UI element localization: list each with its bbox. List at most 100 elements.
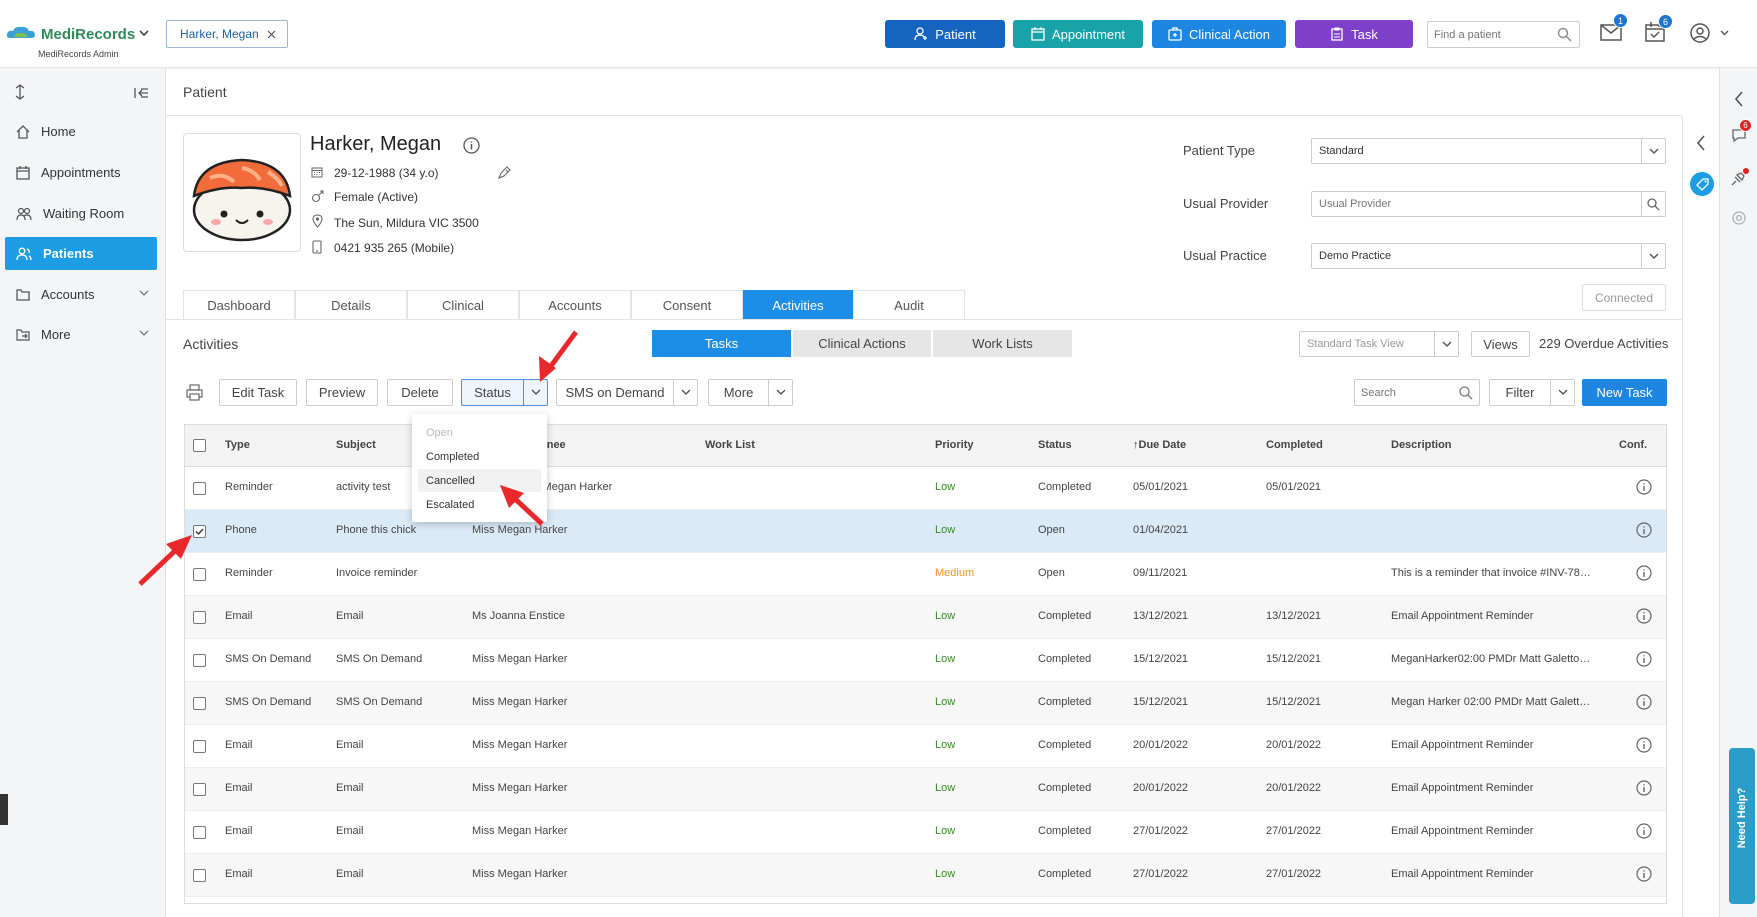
row-checkbox[interactable] (193, 826, 206, 839)
edit-pen-icon[interactable] (497, 166, 511, 180)
row-checkbox[interactable] (193, 568, 206, 581)
tab-details[interactable]: Details (295, 290, 407, 319)
open-patient-tab[interactable]: Harker, Megan (166, 20, 288, 48)
col-subject[interactable]: Subject (336, 439, 376, 451)
info-icon[interactable] (1636, 651, 1652, 667)
filter-button[interactable]: Filter (1489, 379, 1575, 406)
usual-practice-select[interactable]: Demo Practice (1311, 243, 1666, 269)
row-checkbox[interactable] (193, 654, 206, 667)
sidebar-item-accounts[interactable]: Accounts (5, 278, 157, 311)
table-row[interactable]: Email Email Miss Megan Harker Low Completed 2… (185, 854, 1666, 897)
info-icon[interactable] (1636, 479, 1652, 495)
row-checkbox[interactable] (193, 740, 206, 753)
sidebar-item-waiting-room[interactable]: Waiting Room (5, 197, 157, 230)
print-icon[interactable] (186, 384, 203, 401)
new-clinical-action-button[interactable]: Clinical Action (1152, 20, 1286, 48)
info-icon[interactable] (1636, 522, 1652, 538)
patient-type-select[interactable]: Standard (1311, 138, 1666, 164)
usual-provider-input[interactable] (1319, 198, 1619, 210)
views-button[interactable]: Views (1471, 331, 1530, 357)
table-row[interactable]: Email Email Miss Megan Harker Low Completed 2… (185, 768, 1666, 811)
table-row[interactable]: Phone Phone this chick Miss Megan Harker Lo… (185, 510, 1666, 553)
chevron-down-icon[interactable] (1641, 244, 1665, 268)
tab-accounts[interactable]: Accounts (519, 290, 631, 319)
info-icon[interactable] (1636, 780, 1652, 796)
medirecords-logo-icon[interactable] (6, 24, 36, 40)
task-search-input[interactable] (1355, 380, 1450, 405)
task-search[interactable] (1354, 379, 1480, 406)
col-due-date[interactable]: ↑Due Date (1133, 439, 1186, 451)
table-row[interactable]: SMS On Demand SMS On Demand Miss Megan Har… (185, 682, 1666, 725)
row-checkbox[interactable] (193, 697, 206, 710)
chevron-left-icon[interactable] (1734, 91, 1744, 107)
col-type[interactable]: Type (225, 439, 250, 451)
more-chevron-down-icon[interactable] (768, 380, 792, 405)
edit-task-button[interactable]: Edit Task (219, 379, 297, 406)
info-icon[interactable] (1636, 823, 1652, 839)
usual-provider-field[interactable] (1311, 191, 1666, 217)
col-description[interactable]: Description (1391, 439, 1452, 451)
row-checkbox[interactable] (193, 525, 206, 538)
sms-chevron-down-icon[interactable] (673, 380, 697, 405)
patient-avatar[interactable] (183, 133, 301, 252)
filter-chevron-down-icon[interactable] (1550, 380, 1574, 405)
table-row[interactable]: Email Email Ms Joanna Enstice Low Completed 1… (185, 596, 1666, 639)
brand-chevron-down-icon[interactable] (139, 30, 149, 37)
info-icon[interactable] (1636, 694, 1652, 710)
new-patient-button[interactable]: Patient (885, 20, 1005, 48)
task-view-select[interactable]: Standard Task View (1299, 331, 1459, 357)
preview-button[interactable]: Preview (306, 379, 378, 406)
tasks-inbox-icon[interactable]: 6 (1645, 14, 1673, 42)
find-patient-input[interactable] (1428, 22, 1548, 47)
sidebar-item-appointments[interactable]: Appointments (5, 156, 157, 189)
col-work-list[interactable]: Work List (705, 439, 755, 451)
table-row[interactable]: Reminder activity test s Megan Harker Low Co… (185, 467, 1666, 510)
new-appointment-button[interactable]: Appointment (1013, 20, 1143, 48)
col-status[interactable]: Status (1038, 439, 1072, 451)
sidebar-item-patients[interactable]: Patients (5, 237, 157, 270)
info-icon[interactable] (1636, 866, 1652, 882)
row-checkbox[interactable] (193, 482, 206, 495)
new-task-button[interactable]: New Task (1582, 379, 1667, 406)
row-checkbox[interactable] (193, 783, 206, 796)
chat-icon[interactable]: 6 (1731, 119, 1752, 143)
tag-icon[interactable] (1690, 172, 1714, 196)
chevron-down-icon[interactable] (1434, 332, 1458, 356)
table-row[interactable]: Email Email Miss Megan Harker Low Completed 2… (185, 725, 1666, 768)
status-option-escalated[interactable]: Escalated (418, 493, 541, 516)
status-chevron-down-icon[interactable] (523, 380, 547, 405)
connected-button[interactable]: Connected (1582, 284, 1666, 311)
chevron-down-icon[interactable] (1641, 139, 1665, 163)
user-menu-chevron-down-icon[interactable] (1720, 30, 1729, 36)
user-avatar-icon[interactable] (1690, 23, 1710, 43)
sms-on-demand-button[interactable]: SMS on Demand (556, 379, 698, 406)
row-checkbox[interactable] (193, 869, 206, 882)
patient-info-icon[interactable] (463, 137, 480, 154)
status-button[interactable]: Status (461, 379, 548, 406)
search-icon[interactable] (1557, 27, 1572, 42)
chevron-left-icon[interactable] (1696, 135, 1706, 151)
tab-clinical[interactable]: Clinical (407, 290, 519, 319)
more-actions-button[interactable]: More (708, 379, 793, 406)
new-task-top-button[interactable]: Task (1295, 20, 1413, 48)
status-option-cancelled[interactable]: Cancelled (418, 469, 541, 492)
pin-icon[interactable] (1731, 168, 1749, 186)
table-row[interactable]: Email Email Miss Megan Harker Low Completed 2… (185, 811, 1666, 854)
subtab-tasks[interactable]: Tasks (652, 330, 791, 357)
delete-button[interactable]: Delete (387, 379, 453, 406)
search-icon[interactable] (1459, 386, 1473, 400)
select-all-checkbox[interactable] (193, 439, 206, 452)
sidebar-item-home[interactable]: Home (5, 115, 157, 148)
info-icon[interactable] (1636, 737, 1652, 753)
overdue-activities-count[interactable]: 229 Overdue Activities (1539, 336, 1668, 351)
info-icon[interactable] (1636, 565, 1652, 581)
reorder-icon[interactable] (14, 84, 26, 100)
table-row[interactable]: SMS On Demand SMS On Demand Miss Megan Har… (185, 639, 1666, 682)
table-row[interactable]: Reminder Invoice reminder Medium Open 09/11/… (185, 553, 1666, 596)
collapse-sidebar-icon[interactable] (134, 87, 149, 99)
feedback-tab[interactable] (0, 794, 8, 825)
at-sign-icon[interactable] (1732, 211, 1746, 225)
mail-icon[interactable]: 1 (1600, 13, 1628, 41)
close-icon[interactable] (267, 30, 276, 39)
row-checkbox[interactable] (193, 611, 206, 624)
